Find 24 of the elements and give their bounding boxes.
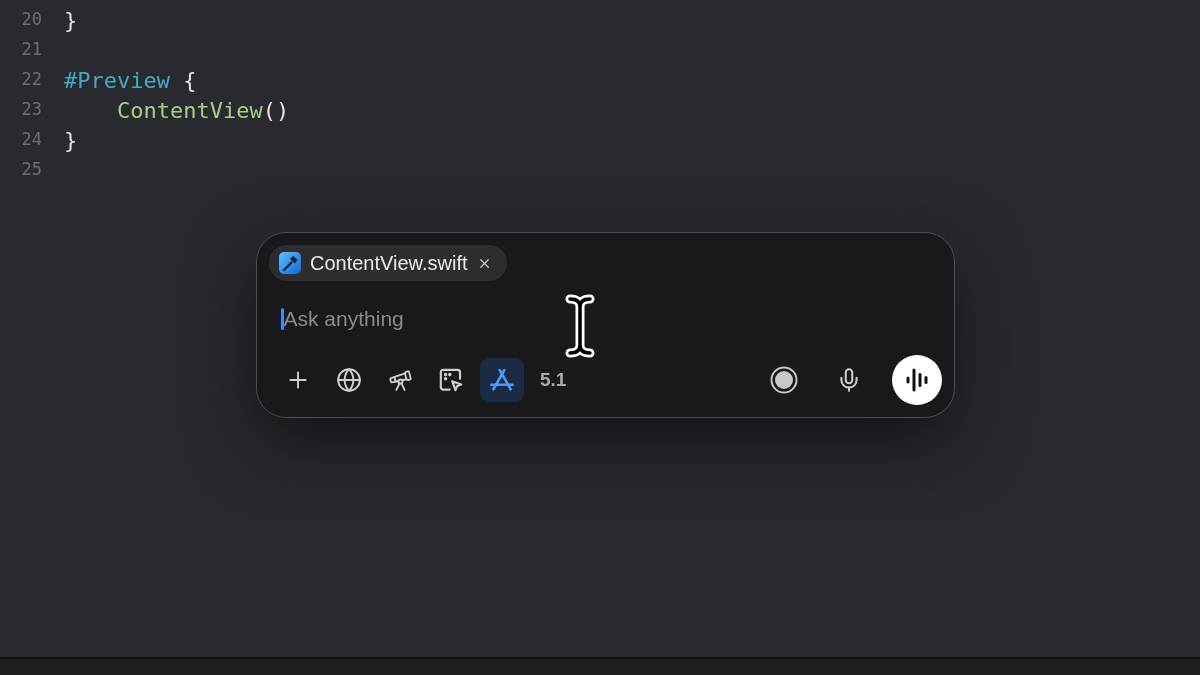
- code-line: }: [64, 6, 78, 35]
- text-cursor-icon: [565, 294, 595, 358]
- waveform-icon: [905, 368, 929, 392]
- code-line: }: [64, 126, 78, 155]
- file-name: ContentView.swift: [310, 251, 468, 276]
- line-number: 22: [20, 68, 42, 92]
- line-number: 23: [20, 98, 42, 122]
- line-number: 21: [20, 38, 42, 62]
- hammer-icon: [279, 252, 301, 274]
- record-icon: [770, 366, 798, 394]
- globe-icon: [336, 367, 362, 393]
- code-line: #Preview {: [64, 66, 197, 95]
- telescope-icon: [387, 367, 413, 393]
- app-store-button[interactable]: [480, 358, 524, 402]
- message-input[interactable]: Ask anything: [283, 303, 934, 335]
- model-selector[interactable]: 5.1: [540, 365, 567, 395]
- voice-mode-button[interactable]: [892, 355, 942, 405]
- code-line: ContentView(): [117, 96, 290, 125]
- line-number: 25: [20, 158, 42, 182]
- line-number: 24: [20, 128, 42, 152]
- line-number: 20: [20, 8, 42, 32]
- image-pointer-icon: [439, 368, 463, 392]
- app-store-icon: [490, 368, 514, 392]
- file-chip[interactable]: ContentView.swift: [269, 245, 507, 281]
